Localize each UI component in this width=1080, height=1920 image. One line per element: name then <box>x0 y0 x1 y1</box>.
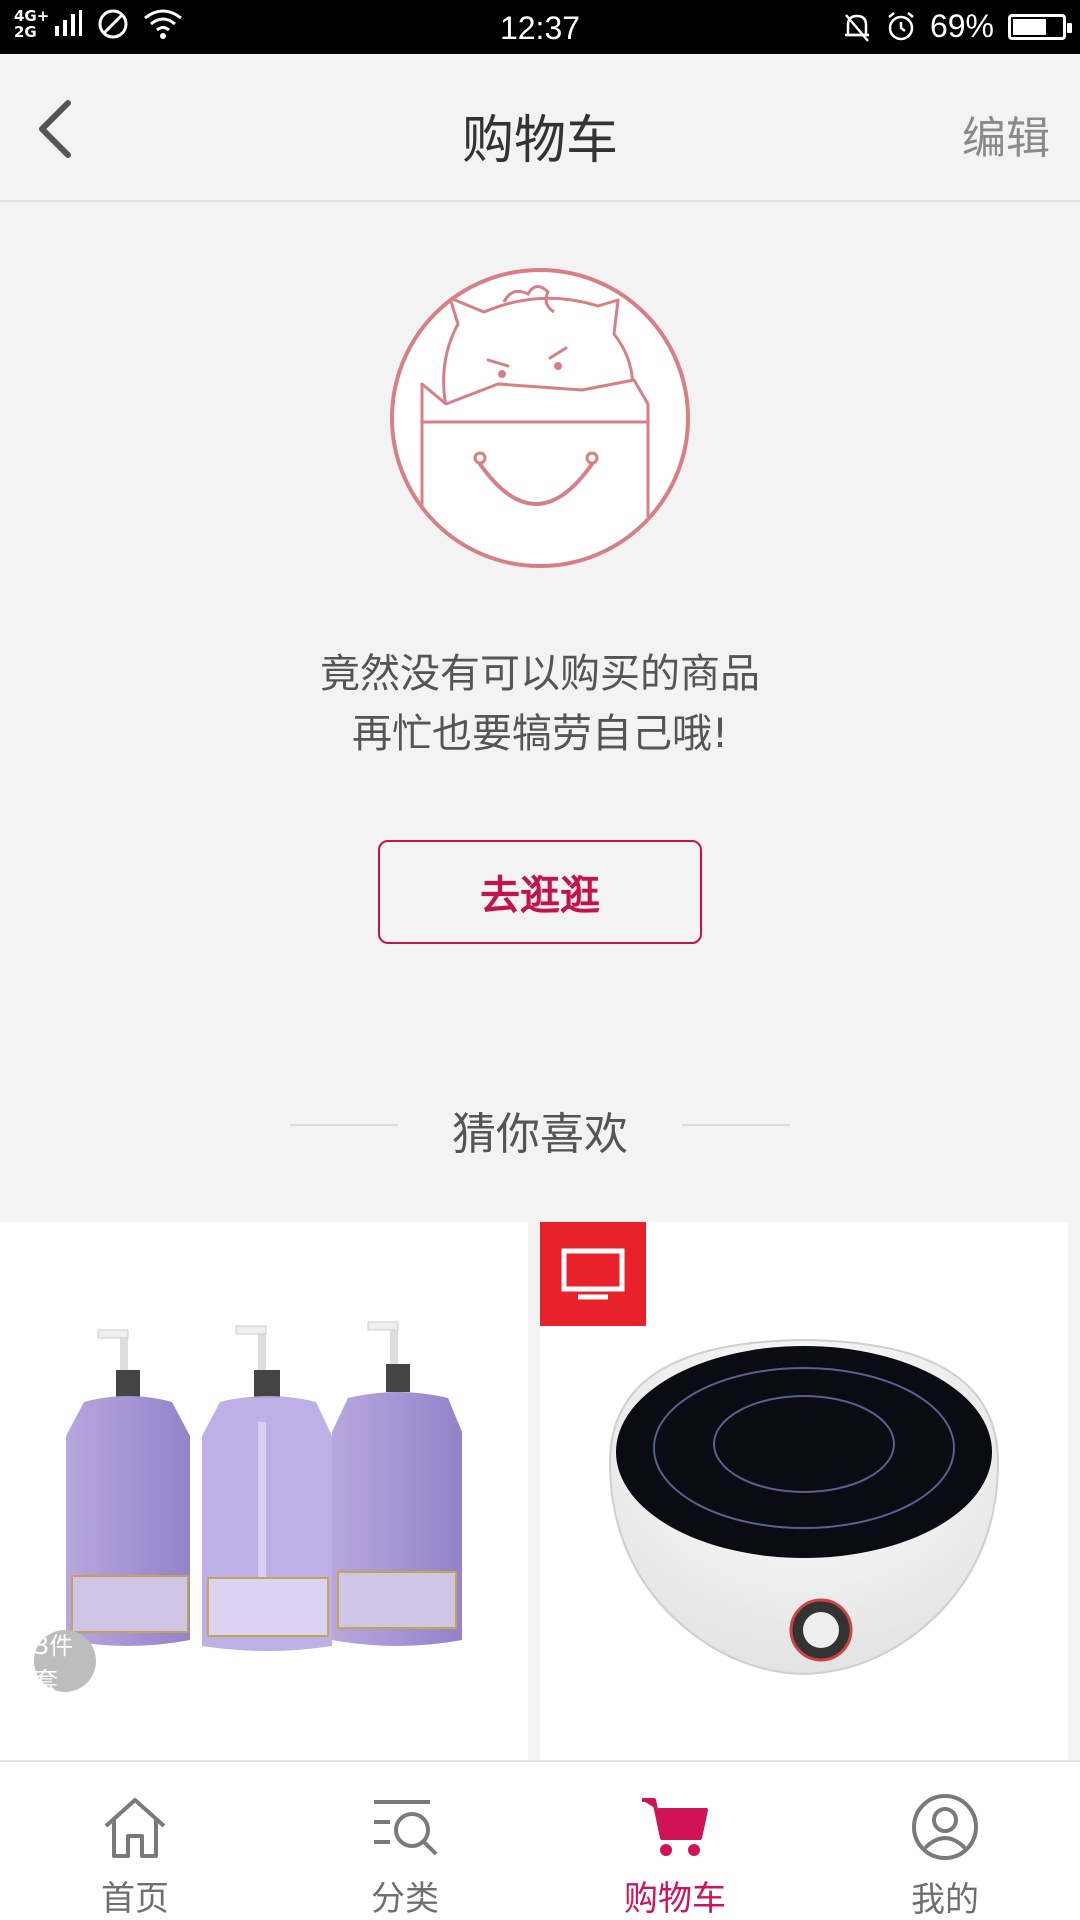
page-title: 购物车 <box>461 111 618 171</box>
bundle-badge: 3件套 <box>34 1630 96 1695</box>
alarm-icon <box>888 11 914 40</box>
status-right: 69% <box>842 8 1072 45</box>
go-shopping-button[interactable]: 去逛逛 <box>378 840 702 944</box>
nav-label-home: 首页 <box>101 1879 169 1919</box>
battery-icon <box>1008 13 1072 40</box>
empty-message-line2: 再忙也要犒劳自己哦! <box>351 711 729 757</box>
nav-item-home[interactable]: 首页 <box>0 1762 270 1920</box>
user-icon <box>907 1792 983 1862</box>
recommend-title: 猜你喜欢 <box>452 1109 628 1160</box>
bottle-right <box>332 1321 462 1646</box>
nav-label-cart: 购物车 <box>624 1879 726 1919</box>
mute-bell-icon <box>844 13 869 42</box>
product-card[interactable] <box>540 1222 1068 1762</box>
empty-message: 竟然没有可以购买的商品 再忙也要犒劳自己哦! <box>0 644 1080 764</box>
nav-item-category[interactable]: 分类 <box>270 1762 540 1920</box>
battery-percent: 69% <box>929 8 994 44</box>
divider-right <box>682 1124 790 1126</box>
bottle-middle <box>202 1325 332 1651</box>
cart-icon <box>637 1792 713 1861</box>
header: 购物车 编辑 <box>0 54 1080 202</box>
empty-cart-illustration <box>390 268 690 568</box>
category-search-icon <box>367 1792 443 1861</box>
nav-item-cart[interactable]: 购物车 <box>540 1762 810 1920</box>
tv-tag <box>540 1222 646 1326</box>
tv-icon <box>561 1248 625 1300</box>
empty-message-line1: 竟然没有可以购买的商品 <box>320 651 760 697</box>
battery-level <box>1013 18 1047 35</box>
bottom-nav: 首页 分类 购物车 我的 <box>0 1760 1080 1920</box>
status-bar: 4G+ 2G 12:37 69% <box>0 0 1080 54</box>
edit-button[interactable]: 编辑 <box>962 102 1050 166</box>
nav-label-profile: 我的 <box>911 1880 979 1920</box>
bottle-left <box>66 1329 190 1646</box>
nav-item-profile[interactable]: 我的 <box>810 1762 1080 1920</box>
nav-label-category: 分类 <box>371 1879 439 1919</box>
home-icon <box>97 1792 173 1861</box>
